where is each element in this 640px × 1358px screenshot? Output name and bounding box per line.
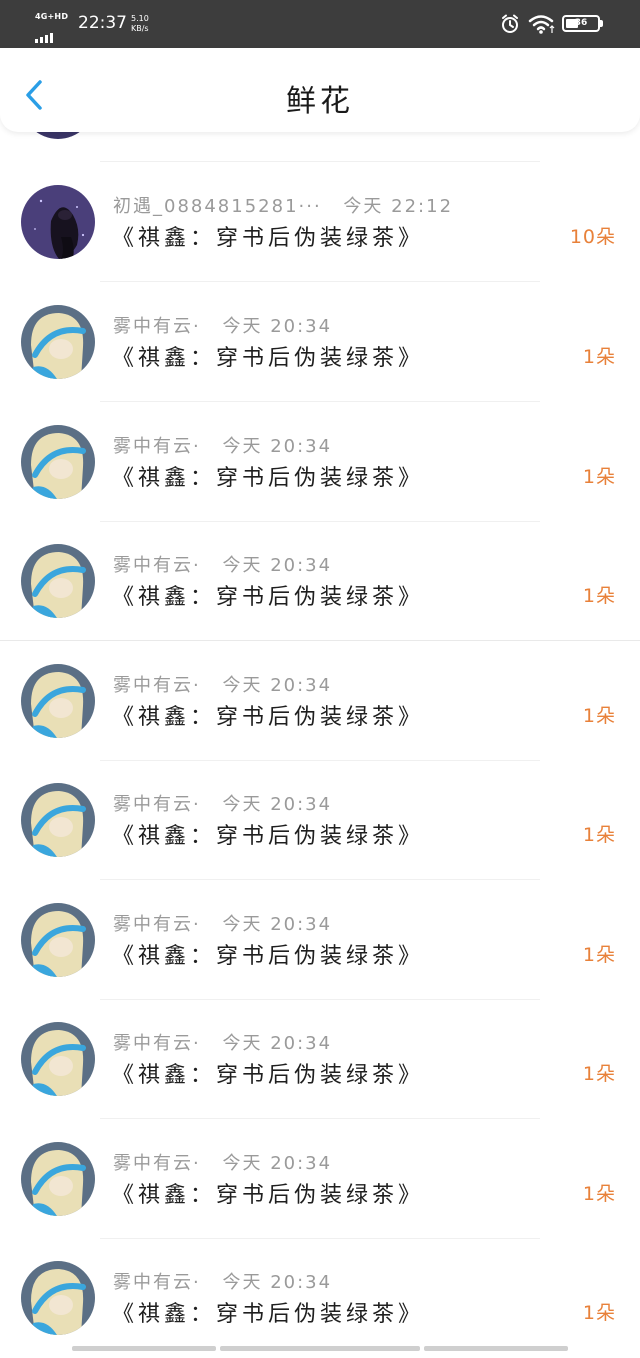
flower-count: 10朵 [569,226,616,248]
user-name: 雾中有云· [113,316,201,337]
user-name: 雾中有云· [113,914,201,935]
list-item[interactable]: 雾中有云· 今天 20:34 《祺鑫：穿书后伪装绿茶》 1朵 [0,282,640,402]
user-name: 初遇_0884815281··· [113,196,322,217]
item-meta: 雾中有云· 今天 20:34 [113,1268,332,1294]
timestamp: 今天 20:34 [222,555,333,576]
book-title: 《祺鑫：穿书后伪装绿茶》 [112,466,425,491]
list-item[interactable]: 雾中有云· 今天 20:34 《祺鑫：穿书后伪装绿茶》 1朵 [0,760,640,880]
item-meta: 雾中有云· 今天 20:34 [113,312,332,338]
flower-count: 1朵 [582,585,616,607]
list-item[interactable]: 雾中有云· 今天 20:34 《祺鑫：穿书后伪装绿茶》 1朵 [0,521,640,641]
list-item[interactable]: 雾中有云· 今天 20:34 《祺鑫：穿书后伪装绿茶》 1朵 [0,999,640,1119]
item-meta: 雾中有云· 今天 20:34 [113,671,332,697]
page-title: 鲜花 [286,84,354,119]
user-name: 雾中有云· [113,436,201,457]
flower-count: 1朵 [582,944,616,966]
flower-count: 1朵 [582,705,616,727]
item-meta: 雾中有云· 今天 20:34 [113,551,332,577]
user-name: 雾中有云· [113,1033,201,1054]
item-meta: 雾中有云· 今天 20:34 [113,1149,332,1175]
avatar[interactable] [21,903,95,977]
avatar[interactable] [21,544,95,618]
book-title: 《祺鑫：穿书后伪装绿茶》 [112,1183,425,1208]
item-meta: 雾中有云· 今天 20:34 [113,790,332,816]
flower-count: 1朵 [582,1183,616,1205]
list-item[interactable]: 雾中有云· 今天 20:34 《祺鑫：穿书后伪装绿茶》 1朵 [0,1238,640,1358]
avatar[interactable] [21,1261,95,1335]
item-meta: 雾中有云· 今天 20:34 [113,910,332,936]
avatar[interactable] [21,305,95,379]
avatar[interactable] [21,1022,95,1096]
timestamp: 今天 20:34 [222,1153,333,1174]
book-title: 《祺鑫：穿书后伪装绿茶》 [112,1302,425,1327]
list-item[interactable]: 雾中有云· 今天 20:34 《祺鑫：穿书后伪装绿茶》 1朵 [0,402,640,522]
list-item[interactable]: 雾中有云· 今天 20:34 《祺鑫：穿书后伪装绿茶》 1朵 [0,641,640,761]
flower-count: 1朵 [582,824,616,846]
book-title: 《祺鑫：穿书后伪装绿茶》 [112,705,425,730]
avatar[interactable] [21,425,95,499]
timestamp: 今天 20:34 [222,1272,333,1293]
book-title: 《祺鑫：穿书后伪装绿茶》 [112,1063,425,1088]
book-title: 《祺鑫：穿书后伪装绿茶》 [112,585,425,610]
list-item[interactable]: 雾中有云· 今天 20:34 《祺鑫：穿书后伪装绿茶》 1朵 [0,1119,640,1239]
user-name: 雾中有云· [113,555,201,576]
user-name: 雾中有云· [113,675,201,696]
user-name: 雾中有云· [113,1272,201,1293]
list-item[interactable]: 初遇_0884815281··· 今天 22:12 《祺鑫：穿书后伪装绿茶》 1… [0,162,640,282]
app-header: 鲜花 [0,48,640,132]
timestamp: 今天 20:34 [222,1033,333,1054]
user-name: 雾中有云· [113,1153,201,1174]
list-item[interactable]: 雾中有云· 今天 20:34 《祺鑫：穿书后伪装绿茶》 1朵 [0,880,640,1000]
avatar[interactable] [21,664,95,738]
bottom-gesture-bar [0,1346,640,1351]
flower-count: 1朵 [582,1063,616,1085]
book-title: 《祺鑫：穿书后伪装绿茶》 [112,944,425,969]
user-name: 雾中有云· [113,794,201,815]
timestamp: 今天 20:34 [222,914,333,935]
item-meta: 雾中有云· 今天 20:34 [113,432,332,458]
item-meta: 雾中有云· 今天 20:34 [113,1029,332,1055]
timestamp: 今天 20:34 [222,675,333,696]
book-title: 《祺鑫：穿书后伪装绿茶》 [112,346,425,371]
timestamp: 今天 20:34 [222,794,333,815]
avatar[interactable] [21,185,95,259]
timestamp: 今天 20:34 [222,316,333,337]
flower-list: 初遇_0884815281··· 今天 22:12 《祺鑫：穿书后伪装绿茶》 1… [0,0,640,1351]
flower-count: 1朵 [582,346,616,368]
flower-count: 1朵 [582,466,616,488]
timestamp: 今天 22:12 [343,196,454,217]
timestamp: 今天 20:34 [222,436,333,457]
item-meta: 初遇_0884815281··· 今天 22:12 [113,192,453,218]
book-title: 《祺鑫：穿书后伪装绿茶》 [112,824,425,849]
flower-count: 1朵 [582,1302,616,1324]
book-title: 《祺鑫：穿书后伪装绿茶》 [112,226,425,251]
avatar[interactable] [21,783,95,857]
avatar[interactable] [21,1142,95,1216]
